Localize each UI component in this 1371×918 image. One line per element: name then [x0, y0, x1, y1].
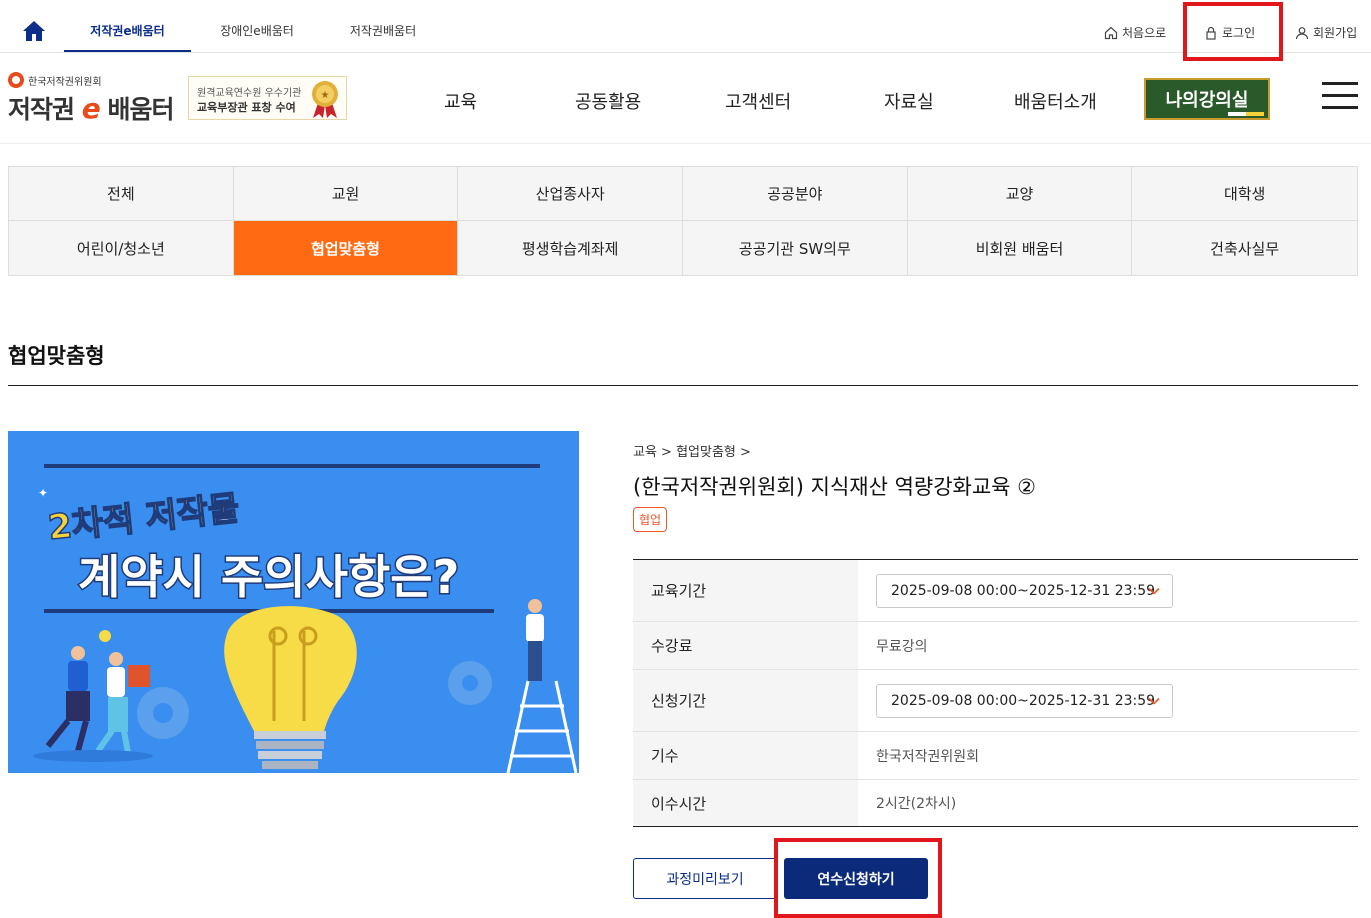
- award-line1: 원격교육연수원 우수기관: [197, 88, 302, 99]
- top-tab-copyright-elearning[interactable]: 저작권e배움터: [64, 22, 191, 52]
- award-banner: 원격교육연수원 우수기관 교육부장관 표창 수여 ★: [188, 76, 347, 120]
- home-outline-icon: [1104, 26, 1118, 39]
- category-collaboration[interactable]: 협업맞춤형: [233, 221, 459, 275]
- category-industry[interactable]: 산업종사자: [458, 167, 683, 221]
- main-header: 한국저작권위원회 저작권 e 배움터 원격교육연수원 우수기관 교육부장관 표창…: [0, 54, 1371, 144]
- category-liberal-arts[interactable]: 교양: [907, 167, 1133, 221]
- course-title: (한국저작권위원회) 지식재산 역량강화교육 ②: [633, 475, 1036, 499]
- go-home-label: 처음으로: [1122, 26, 1167, 40]
- course-info-table: 교육기간 2025-09-08 00:00~2025-12-31 23:59 수…: [633, 559, 1358, 827]
- menu-customer-center[interactable]: 고객센터: [725, 88, 791, 114]
- top-bar: 저작권e배움터 장애인e배움터 저작권배움터 처음으로 로그인 회원가입: [0, 0, 1371, 53]
- logo-text-learning: 배움터: [107, 95, 174, 124]
- category-architecture[interactable]: 건축사실무: [1132, 221, 1357, 275]
- category-teacher[interactable]: 교원: [233, 167, 459, 221]
- education-period-value: 2025-09-08 00:00~2025-12-31 23:59: [891, 582, 1156, 599]
- site-logo[interactable]: 저작권 e 배움터: [8, 90, 174, 126]
- info-label-apply-period: 신청기간: [633, 670, 858, 731]
- go-home-link[interactable]: 처음으로: [1104, 24, 1166, 41]
- svg-text:✦: ✦: [38, 486, 48, 500]
- highlight-box-login: [1183, 2, 1283, 61]
- org-name: 한국저작권위원회: [28, 76, 102, 88]
- education-period-select[interactable]: 2025-09-08 00:00~2025-12-31 23:59: [876, 573, 1173, 608]
- course-preview-button[interactable]: 과정미리보기: [633, 858, 777, 899]
- info-row-apply-period: 신청기간 2025-09-08 00:00~2025-12-31 23:59: [633, 670, 1358, 732]
- category-public-sw[interactable]: 공공기관 SW의무: [683, 221, 908, 275]
- info-row-period: 교육기간 2025-09-08 00:00~2025-12-31 23:59: [633, 560, 1358, 622]
- category-grid: 전체 교원 산업종사자 공공분야 교양 대학생 어린이/청소년 협업맞춤형 평생…: [8, 166, 1358, 276]
- award-line2: 교육부장관 표창 수여: [197, 101, 296, 114]
- category-youth[interactable]: 어린이/청소년: [9, 221, 234, 275]
- signup-label: 회원가입: [1313, 26, 1358, 40]
- medal-icon: ★: [312, 81, 338, 118]
- highlight-box-apply: [774, 838, 942, 918]
- apply-period-value: 2025-09-08 00:00~2025-12-31 23:59: [891, 692, 1156, 709]
- person-icon: [1295, 26, 1309, 39]
- category-university[interactable]: 대학생: [1132, 167, 1357, 221]
- chevron-down-icon: [1148, 697, 1160, 705]
- signup-link[interactable]: 회원가입: [1295, 24, 1357, 41]
- chalk-icon: [1228, 112, 1264, 116]
- info-label-hours: 이수시간: [633, 780, 858, 826]
- info-label-cohort: 기수: [633, 732, 858, 779]
- info-row-hours: 이수시간 2시간(2차시): [633, 780, 1358, 826]
- chevron-down-icon: [1148, 587, 1160, 595]
- category-non-member[interactable]: 비회원 배움터: [908, 221, 1133, 275]
- info-row-cohort: 기수 한국저작권위원회: [633, 732, 1358, 780]
- menu-education[interactable]: 교육: [444, 88, 477, 114]
- logo-text-copyright: 저작권: [8, 95, 75, 124]
- category-all[interactable]: 전체: [9, 167, 234, 221]
- info-value-fee: 무료강의: [876, 638, 928, 655]
- hamburger-menu-icon[interactable]: [1322, 82, 1358, 112]
- info-label-fee: 수강료: [633, 622, 858, 669]
- category-public[interactable]: 공공분야: [683, 167, 908, 221]
- info-row-fee: 수강료 무료강의: [633, 622, 1358, 670]
- my-lecture-label: 나의강의실: [1165, 90, 1249, 111]
- apply-period-select[interactable]: 2025-09-08 00:00~2025-12-31 23:59: [876, 683, 1173, 718]
- thumbnail-line2: 계약시 주의사항은?: [78, 550, 459, 604]
- menu-resources[interactable]: 자료실: [884, 88, 934, 114]
- logo-text-e: e: [81, 92, 101, 125]
- course-thumbnail: ✦ ✦ 2차적 저작물 계약시 주의사항은?: [8, 431, 579, 773]
- top-tab-disability-elearning[interactable]: 장애인e배움터: [196, 22, 318, 52]
- home-icon[interactable]: [22, 20, 46, 42]
- breadcrumb: 교육 > 협업맞춤형 >: [633, 445, 751, 460]
- thumbnail-illustration: ✦ ✦ 2차적 저작물 계약시 주의사항은?: [8, 431, 579, 773]
- category-lifelong-learning[interactable]: 평생학습계좌제: [458, 221, 683, 275]
- menu-about[interactable]: 배움터소개: [1014, 88, 1097, 114]
- info-label-period: 교육기간: [633, 560, 858, 621]
- org-emblem-icon: [8, 72, 24, 88]
- info-value-cohort: 한국저작권위원회: [876, 748, 980, 765]
- svg-text:★: ★: [321, 90, 330, 101]
- title-divider: [8, 385, 1358, 386]
- menu-shared-use[interactable]: 공동활용: [575, 88, 641, 114]
- my-lecture-button[interactable]: 나의강의실: [1144, 78, 1270, 120]
- course-type-badge: 협업: [633, 507, 668, 532]
- top-tab-copyright-learning[interactable]: 저작권배움터: [324, 22, 442, 52]
- org-logo[interactable]: 한국저작권위원회: [8, 72, 102, 88]
- info-value-hours: 2시간(2차시): [876, 796, 957, 812]
- page-title: 협업맞춤형: [8, 344, 105, 368]
